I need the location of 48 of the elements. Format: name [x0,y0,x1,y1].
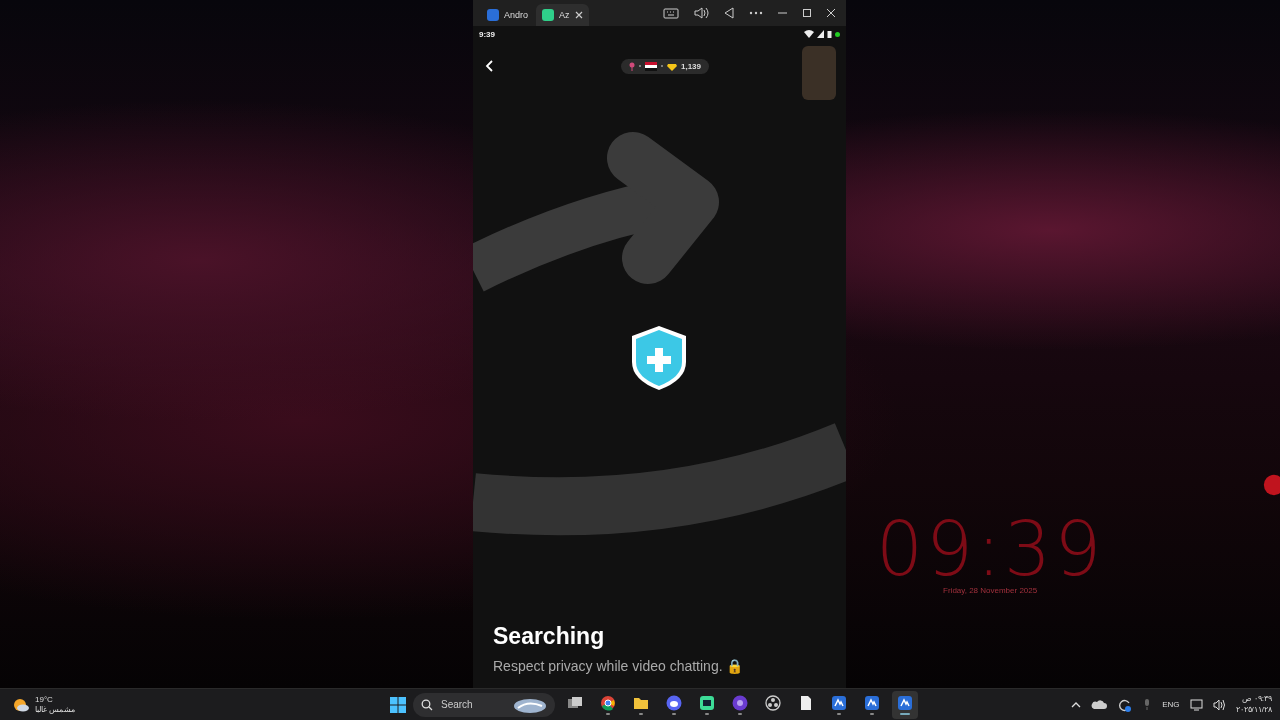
search-icon [421,698,433,711]
app-icon [732,694,748,711]
browser-icon [600,694,616,711]
gem-icon [667,61,677,71]
display-icon[interactable] [1189,698,1203,711]
flag-icon [645,61,657,71]
status-title: Searching [493,623,606,650]
search-bar[interactable]: Search [413,692,555,717]
back-icon[interactable] [723,6,735,20]
status-time: 9:39 [479,29,495,39]
battery-icon [827,30,832,38]
privacy-note: Respect privacy while video chatting. 🔒 [493,658,745,674]
pin-icon [629,61,635,71]
taskbar-date[interactable]: ٢٠٢٥/١١/٢٨ [1235,704,1272,715]
windows-icon [567,694,583,711]
wifi-icon [804,30,814,38]
emulator-icon [897,694,913,711]
volume-icon[interactable] [693,6,709,20]
taskbar-app[interactable] [892,690,918,719]
emulator-icon [864,694,880,711]
close-tab-icon[interactable] [574,11,583,19]
maximize-icon[interactable] [802,8,812,18]
app-icon [699,694,715,711]
recorder-icon [765,694,781,711]
weather-condition: مشمس غالبا [35,704,76,715]
cloud-icon[interactable] [1091,699,1108,710]
clock-widget-time: 09:39 [876,512,1105,586]
emulator-icon [831,694,847,711]
temperature: 19°C [35,694,54,705]
chat-app-icon [666,694,682,711]
close-icon[interactable] [826,8,836,18]
start-icon[interactable] [390,696,406,713]
shield-icon [632,326,686,390]
document-icon [798,694,814,711]
clock-widget-date: Friday, 28 November 2025 [943,586,1038,595]
keyboard-icon[interactable] [663,6,679,20]
speaker-icon[interactable] [1212,698,1226,711]
more-icon[interactable] [749,9,763,17]
coin-count: 1,139 [681,61,701,71]
browser-tab[interactable]: Az [536,4,589,26]
search-input[interactable]: Search [439,698,499,711]
taskbar-time[interactable]: ٠٩:٣٩ ص [1241,694,1272,705]
language-indicator[interactable]: ENG [1162,700,1180,709]
sync-icon[interactable] [1117,697,1133,712]
chevron-up-icon[interactable] [1071,700,1082,709]
sun-cloud-icon[interactable] [12,696,30,713]
browser-tab[interactable]: Andro [481,4,535,26]
signal-icon [817,30,824,38]
